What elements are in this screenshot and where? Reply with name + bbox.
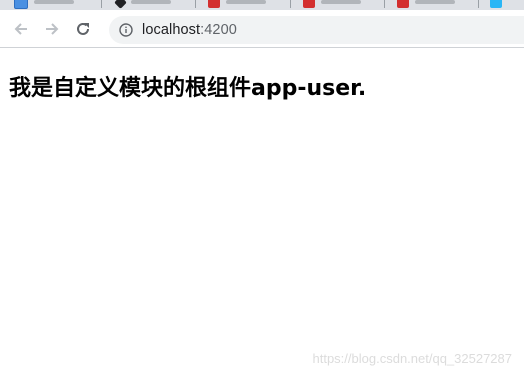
tab-separator: [384, 0, 385, 8]
tab-separator: [478, 0, 479, 8]
info-circle-icon[interactable]: [119, 23, 133, 37]
blue-favicon-icon: [14, 0, 28, 9]
tab-title: [131, 0, 171, 4]
tab-title: [226, 0, 266, 4]
tab-strip: [0, 0, 524, 10]
watermark: https://blog.csdn.net/qq_32527287: [312, 351, 513, 366]
red-favicon-icon: [303, 0, 315, 8]
tab-separator: [195, 0, 196, 8]
cyan-favicon-icon: [490, 0, 502, 8]
page-content: 我是自定义模块的根组件app-user.: [0, 48, 524, 102]
browser-tab[interactable]: [490, 0, 502, 10]
arrow-right-icon: [46, 22, 59, 35]
browser-tab[interactable]: [208, 0, 266, 10]
browser-tab[interactable]: [397, 0, 455, 10]
red-favicon-icon: [208, 0, 220, 8]
tab-separator: [101, 0, 102, 8]
address-bar[interactable]: localhost:4200: [109, 16, 524, 44]
black-diamond-favicon-icon: [114, 0, 127, 9]
reload-button[interactable]: [72, 18, 94, 40]
url-port: :4200: [200, 22, 237, 38]
back-button[interactable]: [10, 18, 32, 40]
browser-toolbar: localhost:4200: [0, 10, 524, 48]
tab-title: [321, 0, 361, 4]
arrow-left-icon: [14, 22, 27, 35]
browser-tab[interactable]: [303, 0, 361, 10]
tab-title: [415, 0, 455, 4]
tab-separator: [290, 0, 291, 8]
browser-tab[interactable]: [14, 0, 74, 10]
reload-icon: [77, 22, 89, 35]
url-text[interactable]: localhost:4200: [142, 22, 237, 38]
browser-tab[interactable]: [114, 0, 171, 10]
tab-title: [34, 0, 74, 4]
red-favicon-icon: [397, 0, 409, 8]
page-heading: 我是自定义模块的根组件app-user.: [9, 76, 367, 101]
forward-button[interactable]: [41, 18, 63, 40]
url-host: localhost: [142, 22, 201, 38]
